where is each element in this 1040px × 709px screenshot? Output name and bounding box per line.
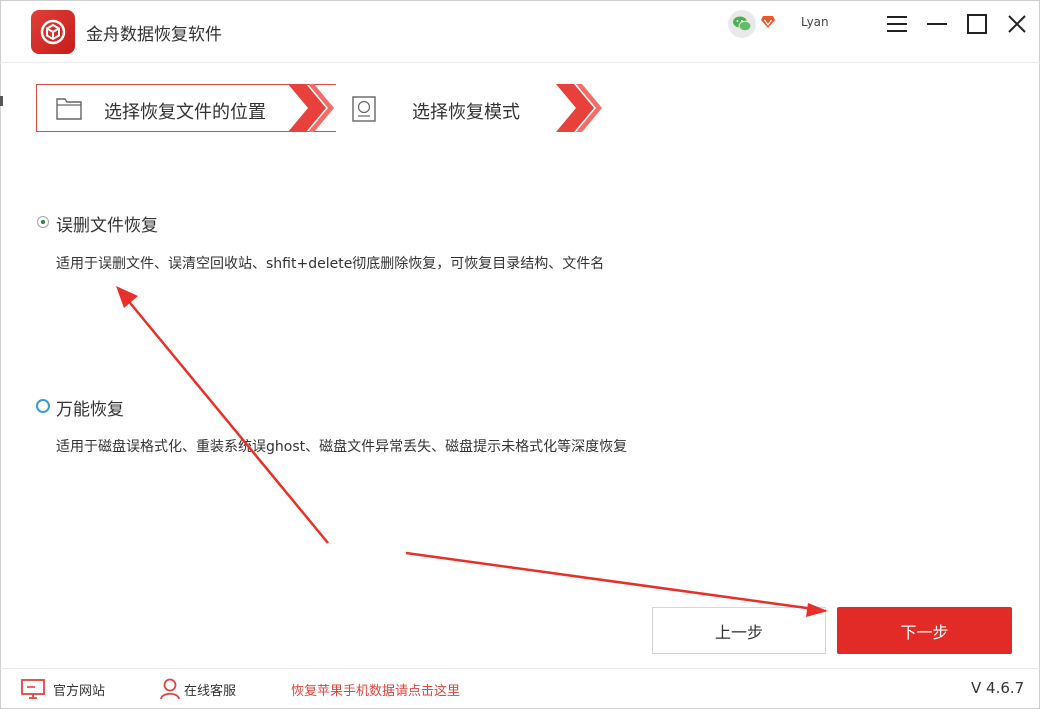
version-label: V 4.6.7 xyxy=(971,679,1025,697)
title-bar: 金舟数据恢复软件 Lyan xyxy=(0,0,1040,62)
next-step-button[interactable]: 下一步 xyxy=(837,607,1012,654)
online-service-link[interactable]: 在线客服 xyxy=(184,680,236,699)
step-2-label: 选择恢复模式 xyxy=(412,102,520,123)
step-chevron-2 xyxy=(556,84,602,132)
maximize-icon[interactable] xyxy=(965,12,989,36)
footer-bar: 官方网站 在线客服 恢复苹果手机数据请点击这里 V 4.6.7 xyxy=(0,669,1040,709)
monitor-icon[interactable] xyxy=(21,679,45,699)
option-1-title[interactable]: 误删文件恢复 xyxy=(56,211,158,236)
folder-icon xyxy=(56,98,82,120)
title-divider xyxy=(0,62,1040,63)
user-icon[interactable] xyxy=(160,678,180,700)
iphone-recovery-promo-link[interactable]: 恢复苹果手机数据请点击这里 xyxy=(291,680,460,699)
minimize-icon[interactable] xyxy=(925,12,949,36)
step-progress-bar: 选择恢复文件的位置 选择恢复模式 xyxy=(36,84,602,136)
prev-step-button[interactable]: 上一步 xyxy=(652,607,826,654)
option-1-radio[interactable] xyxy=(37,216,49,228)
option-2-title[interactable]: 万能恢复 xyxy=(56,395,124,420)
official-website-link[interactable]: 官方网站 xyxy=(53,680,105,699)
username-label[interactable]: Lyan xyxy=(801,15,829,29)
app-title: 金舟数据恢复软件 xyxy=(86,25,222,45)
wechat-icon[interactable] xyxy=(728,10,756,38)
left-edge-marker xyxy=(0,96,3,106)
close-icon[interactable] xyxy=(1005,12,1029,36)
menu-icon[interactable] xyxy=(885,12,909,36)
option-1-description: 适用于误删文件、误清空回收站、shfit+delete彻底删除恢复，可恢复目录结… xyxy=(56,256,605,272)
option-2-radio[interactable] xyxy=(36,399,50,413)
option-2-description: 适用于磁盘误格式化、重装系统误ghost、磁盘文件异常丢失、磁盘提示未格式化等深… xyxy=(56,439,628,455)
disk-icon xyxy=(352,96,376,122)
step-1-label: 选择恢复文件的位置 xyxy=(104,102,266,123)
app-logo-icon xyxy=(31,10,75,54)
step-chevron-1 xyxy=(288,84,334,132)
vip-diamond-icon[interactable] xyxy=(760,15,776,29)
